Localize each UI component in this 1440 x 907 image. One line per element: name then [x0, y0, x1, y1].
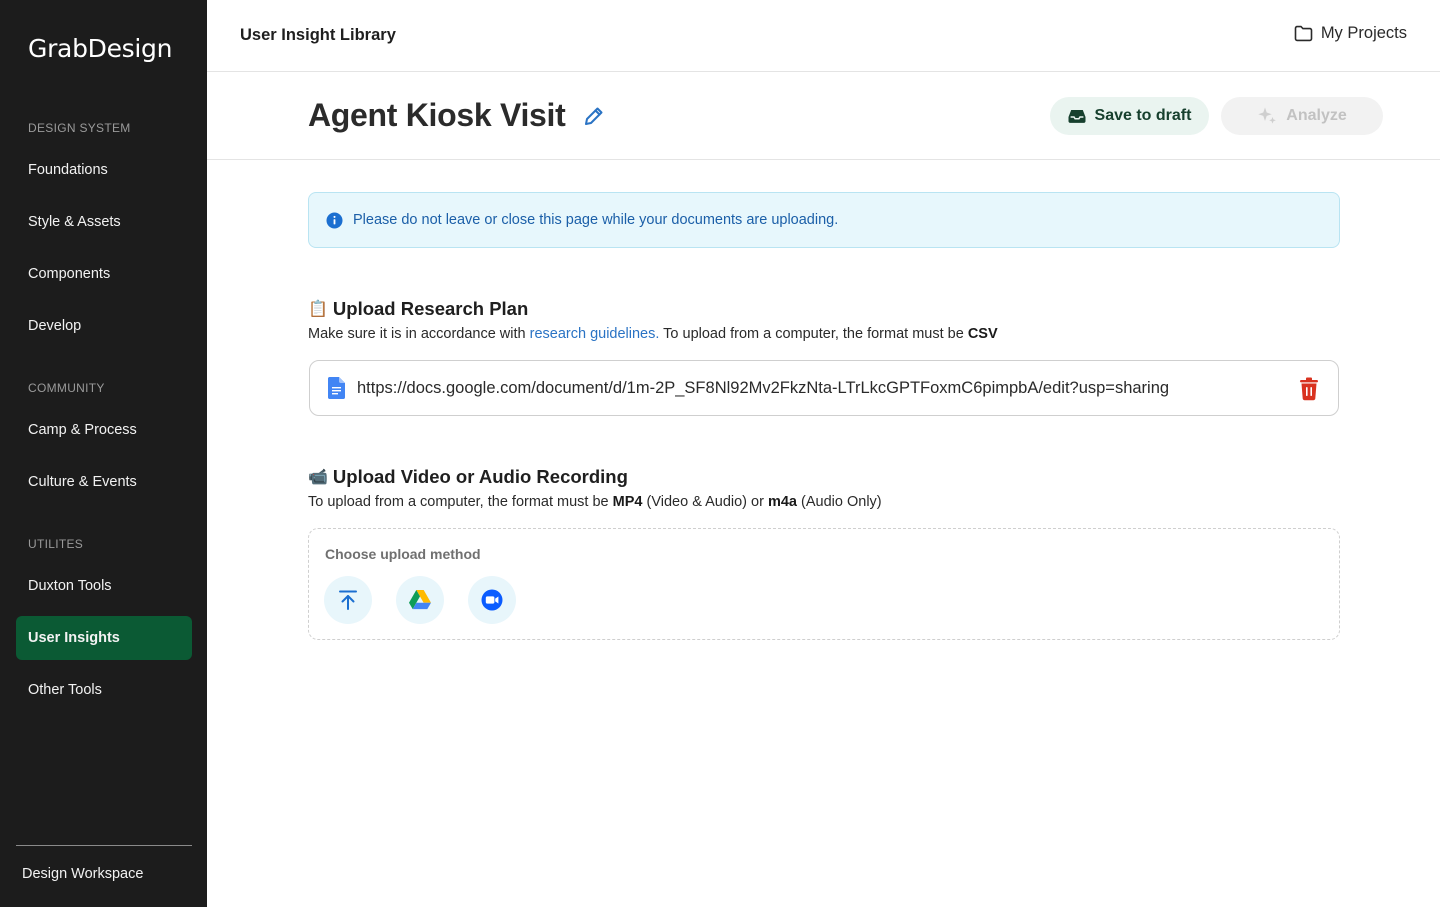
sidebar-divider	[16, 845, 192, 846]
save-to-draft-button[interactable]: Save to draft	[1050, 97, 1209, 135]
m4a-format-label: m4a	[767, 494, 797, 510]
sidebar-item-culture-events[interactable]: Culture & Events	[16, 460, 192, 504]
analyze-button[interactable]: Analyze	[1221, 97, 1383, 135]
research-guidelines-link[interactable]: research guidelines.	[530, 326, 660, 342]
section-title-design-system: DESIGN SYSTEM	[28, 121, 131, 135]
my-projects-label: My Projects	[1320, 24, 1407, 42]
save-to-draft-label: Save to draft	[1094, 107, 1192, 124]
folder-icon	[1294, 25, 1313, 42]
pencil-edit-icon[interactable]	[583, 105, 605, 127]
sidebar-item-style-assets[interactable]: Style & Assets	[16, 200, 192, 244]
upload-arrow-icon	[339, 590, 357, 610]
my-projects-button[interactable]: My Projects	[1294, 24, 1407, 43]
notice-text: Please do not leave or close this page w…	[353, 212, 839, 228]
video-camera-emoji-icon: 📹	[308, 469, 328, 486]
sidebar-item-other-tools[interactable]: Other Tools	[16, 668, 192, 712]
sidebar-item-user-insights[interactable]: User Insights	[16, 616, 192, 660]
uploaded-file-row: https://docs.google.com/document/d/1m-2P…	[309, 360, 1339, 416]
file-url: https://docs.google.com/document/d/1m-2P…	[357, 378, 1170, 397]
recording-title: Upload Video or Audio Recording	[332, 466, 628, 487]
upload-from-computer-button[interactable]	[324, 576, 372, 624]
google-docs-icon	[328, 377, 345, 399]
top-bar: User Insight Library My Projects	[207, 0, 1440, 72]
recording-description: To upload from a computer, the format mu…	[308, 494, 882, 510]
page-header: Agent Kiosk Visit Save to draft Analyze	[207, 72, 1440, 160]
sidebar-item-duxton-tools[interactable]: Duxton Tools	[16, 564, 192, 608]
sidebar-item-foundations[interactable]: Foundations	[16, 148, 192, 192]
sidebar-item-camp-process[interactable]: Camp & Process	[16, 408, 192, 452]
section-title-community: COMMUNITY	[28, 381, 105, 395]
research-plan-title: Upload Research Plan	[332, 298, 529, 319]
topbar-title: User Insight Library	[240, 26, 396, 44]
research-plan-description: Make sure it is in accordance with resea…	[308, 326, 998, 342]
mp4-format-note: (Video & Audio) or	[642, 494, 768, 510]
google-drive-button[interactable]	[396, 576, 444, 624]
research-plan-desc-prefix: Make sure it is in accordance with	[308, 326, 530, 342]
inbox-tray-icon	[1068, 110, 1086, 123]
sidebar-item-develop[interactable]: Develop	[16, 304, 192, 348]
grabdesign-logo[interactable]: GrabDesign	[28, 34, 172, 63]
analyze-label: Analyze	[1286, 107, 1347, 124]
mp4-format-label: MP4	[612, 494, 643, 510]
section-title-utilities: UTILITES	[28, 537, 84, 551]
upload-warning-banner: Please do not leave or close this page w…	[308, 192, 1340, 248]
page-title: Agent Kiosk Visit	[308, 97, 566, 133]
google-drive-icon	[409, 590, 431, 610]
sidebar-item-components[interactable]: Components	[16, 252, 192, 296]
design-workspace-link[interactable]: Design Workspace	[22, 866, 143, 882]
csv-format-label: CSV	[967, 326, 998, 342]
m4a-format-note: (Audio Only)	[797, 494, 882, 510]
sidebar: GrabDesign DESIGN SYSTEM Foundations Sty…	[0, 0, 207, 907]
sparkle-icon	[1258, 107, 1277, 124]
recording-desc-prefix: To upload from a computer, the format mu…	[308, 494, 613, 510]
research-plan-desc-mid: To upload from a computer, the format mu…	[659, 326, 968, 342]
info-icon	[326, 212, 343, 228]
recording-heading: 📹 Upload Video or Audio Recording	[308, 466, 628, 488]
choose-upload-method-label: Choose upload method	[325, 546, 481, 562]
trash-icon[interactable]	[1298, 377, 1320, 401]
clipboard-emoji-icon: 📋	[308, 301, 328, 318]
zoom-icon	[481, 589, 503, 611]
upload-method-box: Choose upload method	[308, 528, 1340, 640]
zoom-button[interactable]	[468, 576, 516, 624]
research-plan-heading: 📋 Upload Research Plan	[308, 298, 528, 320]
